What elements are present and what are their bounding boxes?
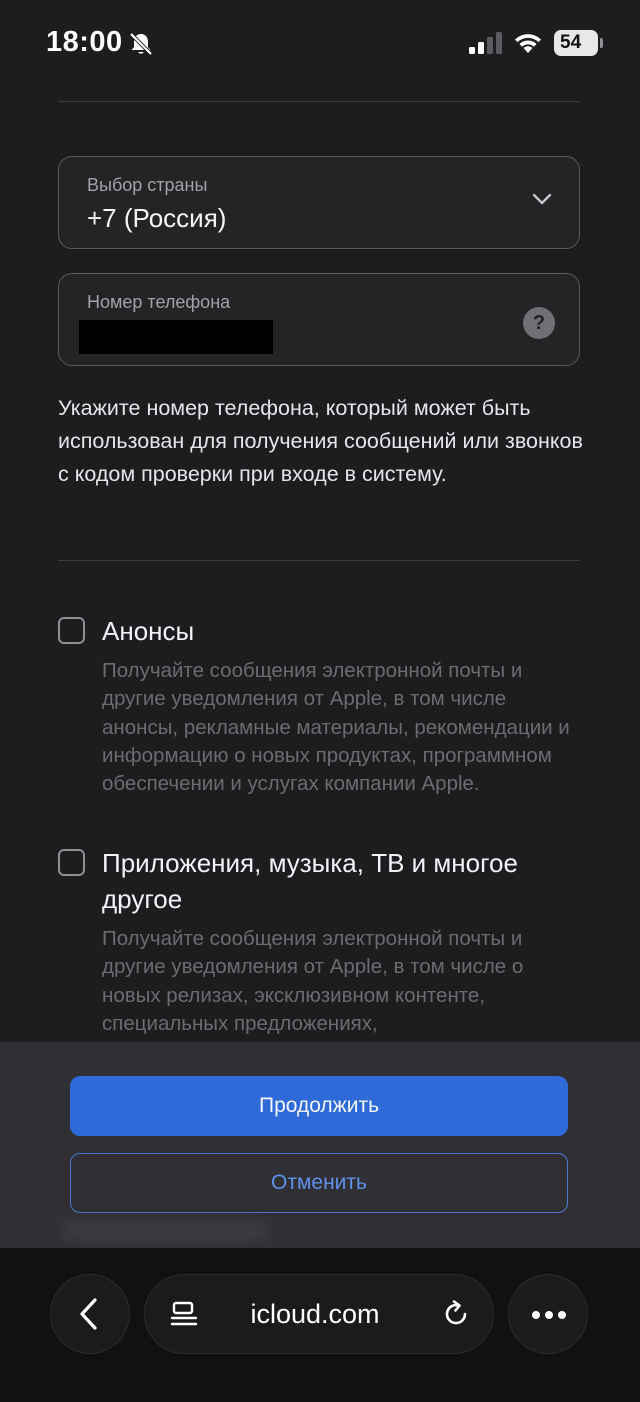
status-time: 18:00 (46, 26, 123, 58)
apps-music-tv-description: Получайте сообщения электронной почты и … (102, 927, 524, 1035)
browser-toolbar: icloud.com (0, 1248, 640, 1402)
phone-field[interactable]: Номер телефона ? (58, 273, 580, 366)
section-divider (58, 560, 580, 561)
blurred-content (60, 1220, 270, 1242)
wifi-icon (515, 34, 541, 53)
country-select-label: Выбор страны (87, 175, 208, 195)
top-divider (58, 101, 580, 102)
more-button[interactable] (508, 1274, 588, 1354)
redacted-phone-value (79, 320, 273, 354)
bell-slash-icon (129, 32, 153, 56)
apps-music-tv-checkbox[interactable] (58, 849, 85, 876)
more-icon (532, 1311, 566, 1319)
phone-hint-text: Укажите номер телефона, который может бы… (58, 396, 583, 486)
announcements-description: Получайте сообщения электронной почты и … (102, 659, 570, 796)
address-bar[interactable]: icloud.com (144, 1274, 494, 1354)
back-button[interactable] (50, 1274, 130, 1354)
back-icon (80, 1298, 97, 1330)
cellular-signal-icon (469, 32, 502, 54)
apps-music-tv-title[interactable]: Приложения, музыка, ТВ и многое другое (102, 845, 582, 917)
country-select-value: +7 (Россия) (87, 203, 227, 233)
url-text: icloud.com (250, 1299, 380, 1329)
country-select[interactable]: Выбор страны +7 (Россия) (58, 156, 580, 249)
continue-button[interactable]: Продолжить (70, 1076, 568, 1136)
announcements-title[interactable]: Анонсы (102, 613, 582, 649)
phone-field-label: Номер телефона (87, 292, 231, 312)
chevron-down-icon (532, 193, 552, 205)
reader-icon[interactable] (169, 1299, 199, 1329)
page: 18:00 54 Выбор страны +7 (Россия) Номер … (0, 0, 640, 1402)
status-bar: 18:00 54 (0, 0, 640, 88)
announcements-checkbox[interactable] (58, 617, 85, 644)
help-icon[interactable]: ? (523, 307, 555, 339)
battery-icon: 54 (554, 30, 603, 56)
cancel-button[interactable]: Отменить (70, 1153, 568, 1213)
reload-icon[interactable] (441, 1299, 471, 1329)
action-panel: Продолжить Отменить (0, 1042, 640, 1248)
